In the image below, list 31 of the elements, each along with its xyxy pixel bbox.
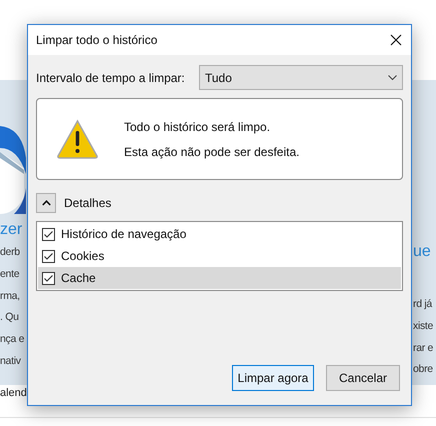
background-text: xiste [413,318,434,334]
background-text: derb [0,245,21,260]
window-title: Limpar todo o histórico [36,32,158,49]
chevron-down-icon [388,74,397,80]
warning-text: Esta ação não pode ser desfeita. [124,144,300,160]
chevron-up-icon [42,200,50,206]
background-text: ente [0,266,20,282]
dialog-button[interactable]: Cancelar [326,365,400,391]
field-label: Intervalo de tempo a limpar: [36,70,186,86]
background-text: rma, [0,288,21,304]
dropdown-value: Tudo [205,70,232,86]
background-heading: zer [0,220,24,240]
dialog-button[interactable]: Limpar agora [232,365,314,391]
background-text: . Qu [0,310,20,326]
background-text: alend [0,387,27,399]
checkbox[interactable] [42,228,55,240]
checkbox[interactable] [42,250,55,262]
background-text: nça e [0,332,26,348]
details-label: Detalhes [64,195,112,212]
background-text: rar e [413,340,434,356]
time-range-dropdown[interactable]: Tudo [199,65,403,90]
background-text: obre [413,362,433,378]
background-heading: ue [413,242,431,262]
close-icon [390,34,402,46]
checkbox[interactable] [42,272,55,284]
background-text: rd já [413,297,432,312]
warning-icon [56,119,99,159]
background-text: nativ [0,354,22,369]
warning-text: Todo o histórico será limpo. [124,118,272,136]
details-toggle-button[interactable] [36,193,56,213]
list-item[interactable]: Cache [38,267,401,289]
